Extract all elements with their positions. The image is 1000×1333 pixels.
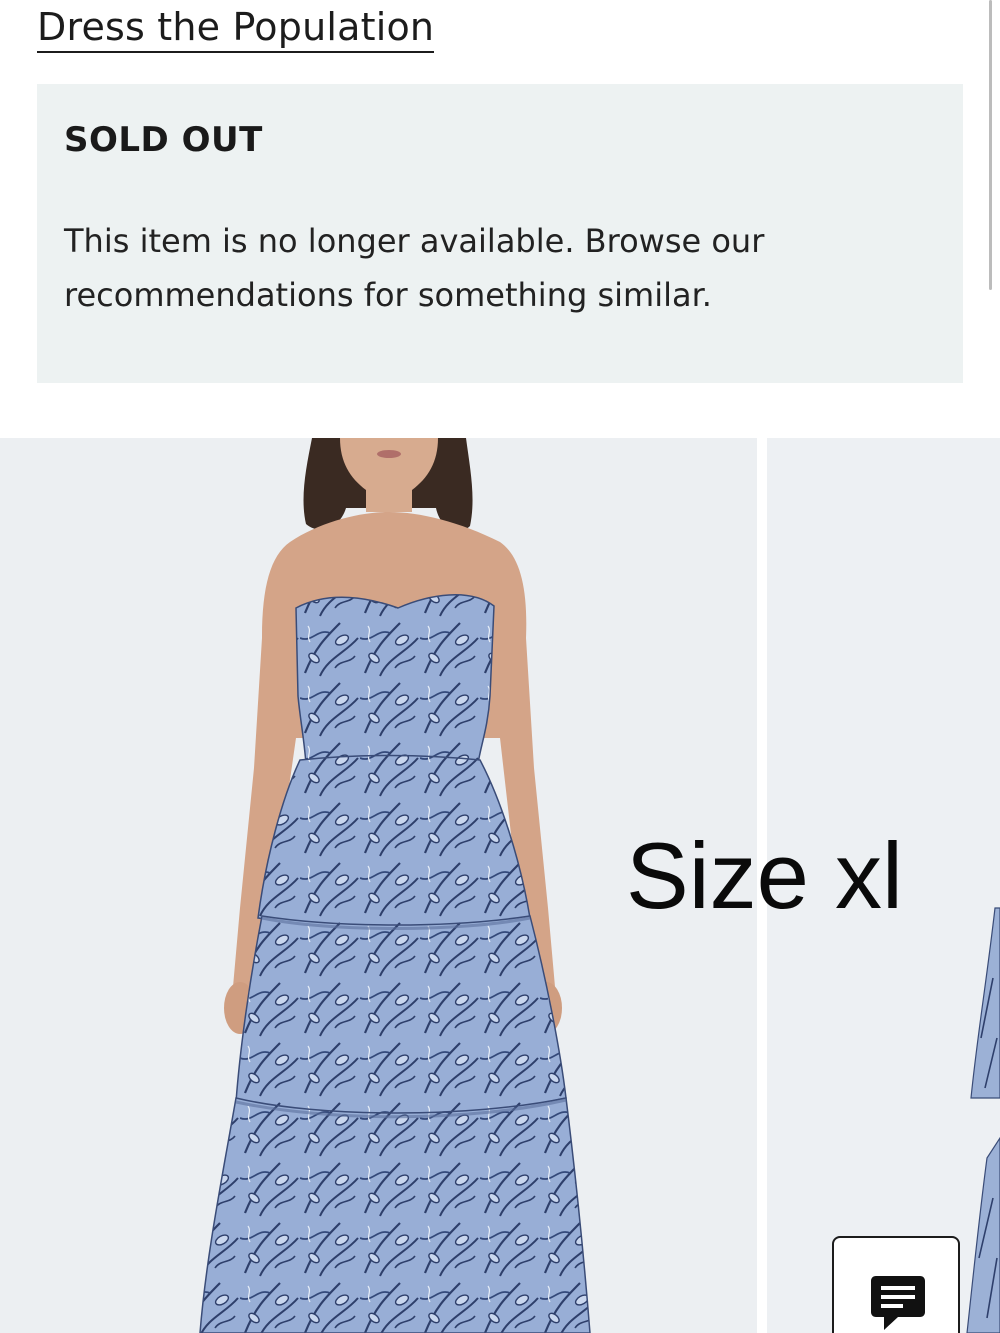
chat-icon	[871, 1276, 925, 1330]
brand-link[interactable]: Dress the Population	[37, 4, 435, 53]
product-image-gallery[interactable]: Size xl	[0, 438, 1000, 1333]
sold-out-notice: SOLD OUT This item is no longer availabl…	[37, 84, 963, 383]
chat-button[interactable]	[832, 1236, 960, 1333]
scroll-indicator[interactable]	[989, 0, 992, 290]
sold-out-heading: SOLD OUT	[64, 120, 263, 160]
size-overlay-text: Size xl	[626, 823, 903, 928]
product-page: Dress the Population SOLD OUT This item …	[0, 0, 1000, 1333]
sold-out-message: This item is no longer available. Browse…	[64, 222, 765, 314]
